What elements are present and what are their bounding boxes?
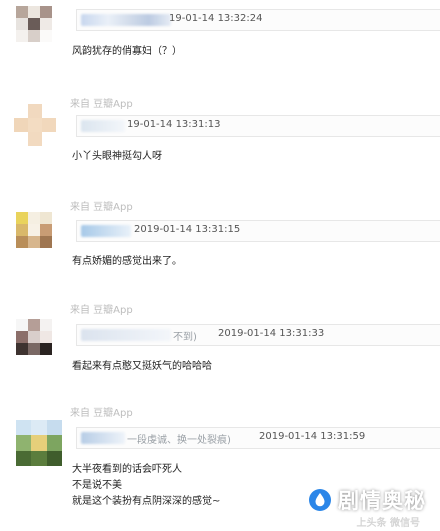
- source-label: 来自 豆瓣App: [70, 202, 133, 213]
- water-drop-icon: [309, 489, 331, 511]
- comment-text: 大半夜看到的话会吓死人 不是说不美 就是这个装扮有点阴深深的感觉~: [72, 462, 220, 510]
- comment-text: 看起来有点憨又挺妖气的哈哈哈: [72, 359, 212, 375]
- comment-signature: 一段虔诚、换一处裂痕): [127, 435, 231, 446]
- source-label: 来自 豆瓣App: [70, 99, 133, 110]
- avatar[interactable]: [14, 104, 56, 146]
- source-label: 来自 豆瓣App: [70, 408, 133, 419]
- comment-meta: 不到) 2019-01-14 13:31:33: [76, 324, 440, 346]
- avatar[interactable]: [16, 212, 52, 248]
- comment-meta: 19-01-14 13:31:13: [76, 115, 440, 137]
- blurred-username: [81, 432, 125, 444]
- comment-line: 看起来有点憨又挺妖气的哈哈哈: [72, 361, 212, 372]
- blurred-username: [81, 120, 125, 132]
- comment-text: 风韵犹存的俏寡妇（？）: [72, 44, 182, 60]
- blurred-username: [81, 225, 131, 237]
- comment-item: 19-01-14 13:32:24 风韵犹存的俏寡妇（？）: [0, 0, 440, 104]
- comment-meta: 19-01-14 13:32:24: [76, 9, 440, 31]
- watermark-subtitle: 上头条 微信号: [356, 518, 420, 529]
- comment-timestamp: 19-01-14 13:32:24: [169, 13, 263, 24]
- comment-text: 有点娇媚的感觉出来了。: [72, 254, 182, 270]
- comment-line: 就是这个装扮有点阴深深的感觉~: [72, 496, 221, 507]
- comment-line: 不是说不美: [72, 480, 122, 491]
- watermark-title: 剧情奥秘: [338, 489, 426, 513]
- source-label: 来自 豆瓣App: [70, 305, 133, 316]
- comment-timestamp: 2019-01-14 13:31:59: [259, 431, 366, 442]
- comment-line: 有点娇媚的感觉出来了。: [72, 256, 182, 267]
- comment-item: 来自 豆瓣App 不到) 2019-01-14 13:31:33 看起来有点憨又…: [0, 301, 440, 405]
- comment-item: 来自 豆瓣App 19-01-14 13:31:13 小丫头眼神挺勾人呀: [0, 95, 440, 199]
- comment-text: 小丫头眼神挺勾人呀: [72, 149, 162, 165]
- blurred-username: [81, 329, 171, 341]
- comment-signature: 不到): [173, 332, 197, 343]
- avatar[interactable]: [16, 6, 52, 42]
- avatar[interactable]: [16, 420, 62, 466]
- comment-line: 大半夜看到的话会吓死人: [72, 464, 182, 475]
- comment-line: 风韵犹存的俏寡妇（？）: [72, 46, 182, 57]
- avatar[interactable]: [16, 319, 52, 355]
- comment-item: 来自 豆瓣App 2019-01-14 13:31:15 有点娇媚的感觉出来了。: [0, 198, 440, 302]
- comment-meta: 一段虔诚、换一处裂痕) 2019-01-14 13:31:59: [76, 427, 440, 449]
- comment-meta: 2019-01-14 13:31:15: [76, 220, 440, 242]
- comment-timestamp: 19-01-14 13:31:13: [127, 119, 221, 130]
- watermark: 剧情奥秘: [308, 485, 426, 515]
- comment-timestamp: 2019-01-14 13:31:33: [218, 328, 325, 339]
- comment-line: 小丫头眼神挺勾人呀: [72, 151, 162, 162]
- comment-timestamp: 2019-01-14 13:31:15: [134, 224, 241, 235]
- blurred-username: [81, 14, 171, 26]
